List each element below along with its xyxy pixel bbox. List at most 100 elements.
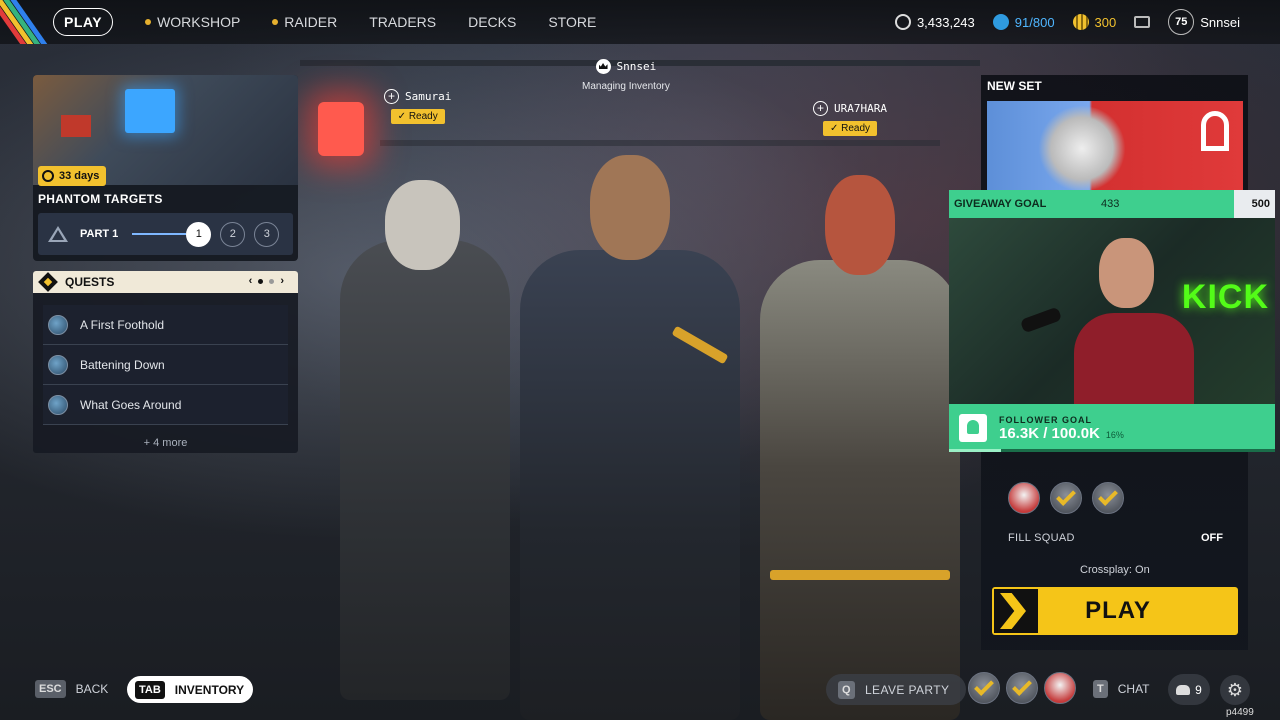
fill-squad-toggle[interactable]: OFF (1201, 532, 1223, 544)
quests-panel: QUESTS ‹ › A First Foothold Battening Do… (33, 271, 298, 453)
nav-label: RAIDER (284, 14, 338, 30)
giveaway-current: 433 (1101, 198, 1120, 210)
part-step-2[interactable]: 2 (220, 221, 246, 247)
play-button-label: PLAY (1085, 597, 1151, 624)
nav-store-tab[interactable]: STORE (548, 14, 596, 30)
currency-bar: 3,433,243 91/800 300 75 Snnsei (894, 0, 1240, 44)
chat-label: CHAT (1117, 682, 1150, 696)
follower-progress-bar (949, 449, 1275, 452)
quest-diamond-icon (38, 272, 58, 292)
squad-avatar[interactable] (1050, 482, 1082, 514)
back-button[interactable]: ESC BACK (35, 680, 108, 698)
character-head (385, 180, 460, 270)
q-key-hint: Q (838, 680, 855, 699)
add-friend-icon[interactable]: + (384, 89, 399, 104)
back-label: BACK (75, 682, 109, 696)
character-ura7hara (760, 175, 960, 720)
friends-button[interactable]: 9 (1168, 674, 1210, 705)
coin-icon (894, 14, 911, 30)
phantom-triangle-icon (48, 226, 68, 242)
squad-avatar[interactable] (1008, 482, 1040, 514)
add-friend-icon[interactable]: + (813, 101, 828, 116)
token-icon (992, 14, 1009, 30)
days-remaining-label: 33 days (59, 170, 100, 182)
nav-raider-tab[interactable]: RAIDER (272, 14, 337, 30)
nav-workshop-tab[interactable]: WORKSHOP (145, 14, 240, 30)
squad-member-status: Managing Inventory (582, 81, 670, 92)
squad-member-label: Snnsei (616, 60, 657, 73)
follower-text: FOLLOWER GOAL 16.3K / 100.0K 16% (999, 415, 1124, 442)
leave-party-button[interactable]: Q LEAVE PARTY (826, 674, 966, 705)
squad-member-name: + URA7HARA (813, 101, 887, 116)
follower-count: 16.3K / 100.0K (999, 424, 1100, 442)
squad-avatar[interactable] (1092, 482, 1124, 514)
character-strap (671, 325, 729, 365)
squad-member-label: URA7HARA (834, 102, 887, 115)
quest-list: A First Foothold Battening Down What Goe… (33, 293, 298, 425)
settings-button[interactable]: ⚙ (1220, 675, 1250, 705)
phantom-targets-title: PHANTOM TARGETS (38, 192, 163, 206)
party-avatar[interactable] (1006, 672, 1038, 704)
pager-next-button[interactable]: › (280, 275, 284, 287)
character-head (590, 155, 670, 260)
credits-value: 300 (1094, 14, 1117, 30)
part-step-1[interactable]: 1 (186, 221, 212, 247)
squad-member-name: Snnsei (595, 59, 657, 74)
friends-icon (1176, 684, 1191, 695)
quest-item[interactable]: What Goes Around (43, 385, 288, 425)
squad-member-name: + Samurai (384, 89, 451, 104)
pager-prev-button[interactable]: ‹ (249, 275, 253, 287)
ready-check-icon (1012, 676, 1032, 696)
nav-decks-tab[interactable]: DECKS (468, 14, 516, 30)
ready-badge: ✓ Ready (822, 121, 878, 136)
streamer-head (1099, 238, 1154, 308)
quest-globe-icon (48, 394, 68, 415)
username-label: Snnsei (1200, 14, 1240, 30)
phantom-targets-progress: PART 1 1 2 3 (38, 213, 293, 255)
kick-neon-sign: KICK (1181, 278, 1269, 316)
squad-member-center: Snnsei Managing Inventory (582, 59, 670, 92)
profile-button[interactable]: 75 Snnsei (1168, 9, 1240, 35)
squad-member-label: Samurai (405, 90, 452, 103)
t-key-hint: T (1093, 680, 1108, 698)
tokens-value: 91/800 (1014, 14, 1055, 30)
progress-line (132, 233, 187, 235)
chat-button[interactable]: T CHAT (1093, 680, 1150, 698)
quest-label: Battening Down (80, 357, 165, 372)
party-avatar[interactable] (968, 672, 1000, 704)
nav-traders-tab[interactable]: TRADERS (369, 14, 436, 30)
phantom-targets-card[interactable]: 33 days PHANTOM TARGETS PART 1 1 2 3 (33, 75, 298, 261)
ready-badge: ✓ Ready (390, 109, 445, 124)
days-remaining-badge: 33 days (38, 166, 107, 186)
inventory-button[interactable]: TAB INVENTORY (127, 676, 253, 703)
giveaway-progress-fill: GIVEAWAY GOAL 433 (949, 190, 1234, 218)
part-step-3[interactable]: 3 (254, 221, 280, 247)
new-set-banner[interactable] (987, 101, 1243, 191)
tokens-balance: 91/800 (992, 14, 1055, 30)
party-avatar[interactable] (1044, 672, 1076, 704)
quests-more-link[interactable]: + 4 more (33, 437, 298, 449)
nav-label: DECKS (468, 14, 517, 30)
crate-shape (61, 115, 91, 137)
quest-globe-icon (48, 314, 68, 335)
nav-play-tab[interactable]: PLAY (53, 8, 114, 36)
pager-dot (269, 278, 275, 284)
credits-icon (1072, 14, 1089, 30)
crossplay-status: Crossplay: On (1080, 564, 1150, 576)
brand-logo (1201, 111, 1229, 151)
quest-item[interactable]: A First Foothold (43, 305, 288, 345)
main-nav: PLAY WORKSHOP RAIDER TRADERS DECKS STORE (53, 8, 596, 36)
quest-item[interactable]: Battening Down (43, 345, 288, 385)
squad-member-left: + Samurai ✓ Ready (384, 89, 451, 124)
leave-party-label: LEAVE PARTY (864, 682, 950, 697)
level-badge: 75 (1168, 9, 1195, 35)
mail-icon (1134, 16, 1151, 28)
timer-icon (42, 170, 54, 182)
follower-progress-fill (949, 449, 1002, 452)
play-button[interactable]: PLAY (992, 587, 1238, 635)
tab-key-hint: TAB (135, 680, 165, 699)
ready-check-icon (1056, 486, 1076, 506)
party-avatars (968, 672, 1076, 704)
mail-button[interactable] (1134, 16, 1151, 28)
follower-goal: FOLLOWER GOAL 16.3K / 100.0K 16% (949, 404, 1275, 452)
